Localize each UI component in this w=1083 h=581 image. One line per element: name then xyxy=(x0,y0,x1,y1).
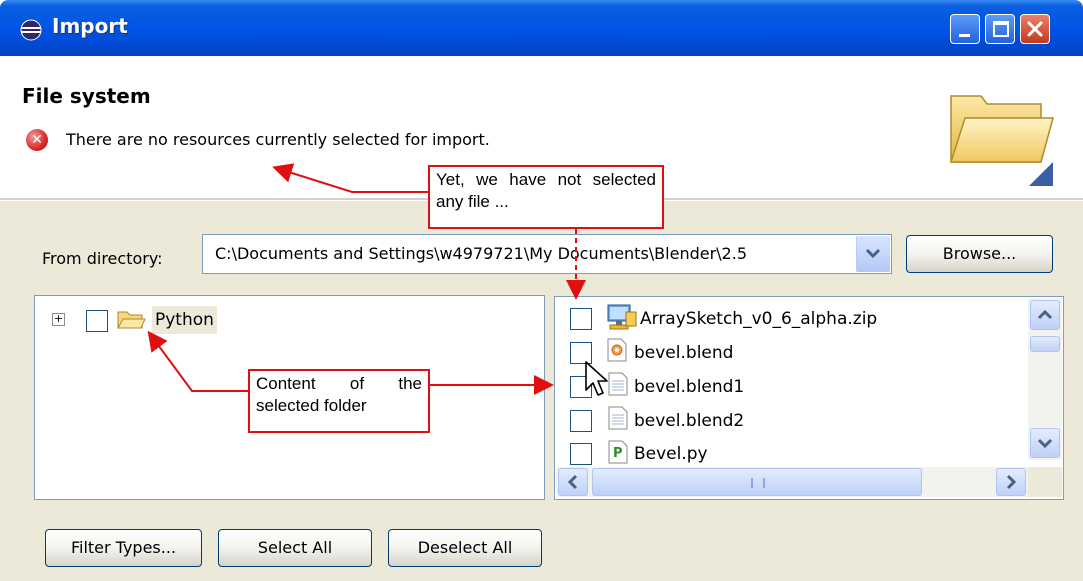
annotation-not-selected: Yet, we have not selected any file ... xyxy=(428,165,664,229)
annotation-folder-content: Content of the selected folder xyxy=(248,369,430,433)
annotation-arrows xyxy=(147,163,586,395)
